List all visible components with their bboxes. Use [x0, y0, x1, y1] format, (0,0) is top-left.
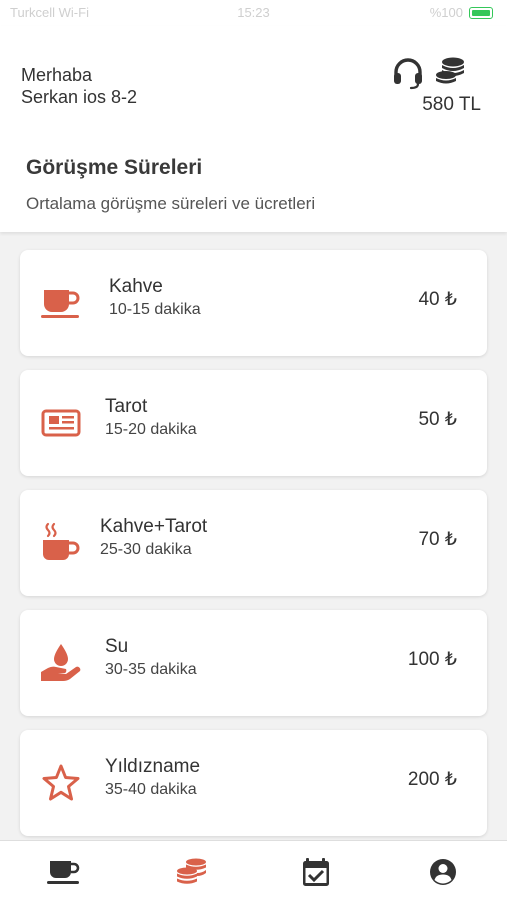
page-title: Görüşme Süreleri	[26, 156, 203, 179]
coffee-icon[interactable]	[46, 857, 82, 887]
calendar-check-icon[interactable]	[298, 857, 334, 887]
newspaper-icon	[41, 409, 81, 437]
hand-water-drop-icon	[41, 644, 81, 681]
service-card-tarot[interactable]: Tarot 15-20 dakika 50 ₺	[20, 370, 487, 476]
service-price: 40 ₺	[418, 289, 457, 310]
service-name: Kahve+Tarot	[100, 516, 208, 537]
service-duration: 25-30 dakika	[100, 541, 192, 558]
coins-icon[interactable]	[174, 857, 210, 887]
balance-amount: 580 TL	[422, 94, 481, 115]
service-price: 50 ₺	[418, 409, 457, 430]
service-name: Tarot	[105, 396, 148, 417]
service-name: Yıldızname	[105, 756, 201, 777]
greeting-text: Merhaba	[21, 65, 93, 85]
service-card-su[interactable]: Su 30-35 dakika 100 ₺	[20, 610, 487, 716]
coins-icon	[436, 57, 464, 84]
service-price: 70 ₺	[418, 529, 457, 550]
header: Merhaba Serkan ios 8-2 580 TL Görüşme Sü…	[0, 26, 507, 232]
service-card-yildizname[interactable]: Yıldızname 35-40 dakika 200 ₺	[20, 730, 487, 836]
user-name: Serkan ios 8-2	[21, 87, 138, 107]
service-duration: 10-15 dakika	[109, 301, 201, 318]
battery-icon	[469, 6, 493, 19]
service-duration: 35-40 dakika	[105, 781, 197, 798]
service-duration: 30-35 dakika	[105, 661, 197, 678]
nav-coins[interactable]	[174, 857, 210, 887]
service-card-kahve-tarot[interactable]: Kahve+Tarot 25-30 dakika 70 ₺	[20, 490, 487, 596]
balance-area[interactable]: 580 TL	[391, 54, 481, 115]
service-list: Kahve 10-15 dakika 40 ₺ Tarot 15-20 daki…	[20, 250, 487, 850]
hot-mug-icon	[43, 522, 80, 560]
service-name: Kahve	[109, 276, 163, 297]
service-price: 100 ₺	[407, 649, 457, 670]
battery-percent: %100	[429, 5, 463, 20]
status-bar: Turkcell Wi-Fi 15:23 %100	[0, 0, 507, 26]
service-duration: 15-20 dakika	[105, 421, 197, 438]
user-circle-icon[interactable]	[425, 857, 461, 887]
coffee-cup-icon	[41, 290, 80, 318]
greeting: Merhaba Serkan ios 8-2	[21, 64, 137, 108]
service-card-kahve[interactable]: Kahve 10-15 dakika 40 ₺	[20, 250, 487, 356]
page-subtitle: Ortalama görüşme süreleri ve ücretleri	[26, 194, 316, 213]
service-price: 200 ₺	[407, 769, 457, 790]
nav-calendar[interactable]	[298, 857, 334, 887]
headset-icon[interactable]	[391, 56, 425, 90]
service-name: Su	[105, 636, 129, 657]
star-icon	[42, 764, 80, 801]
bottom-navigation	[0, 840, 507, 900]
nav-coffee[interactable]	[46, 857, 82, 887]
nav-profile[interactable]	[425, 857, 461, 887]
